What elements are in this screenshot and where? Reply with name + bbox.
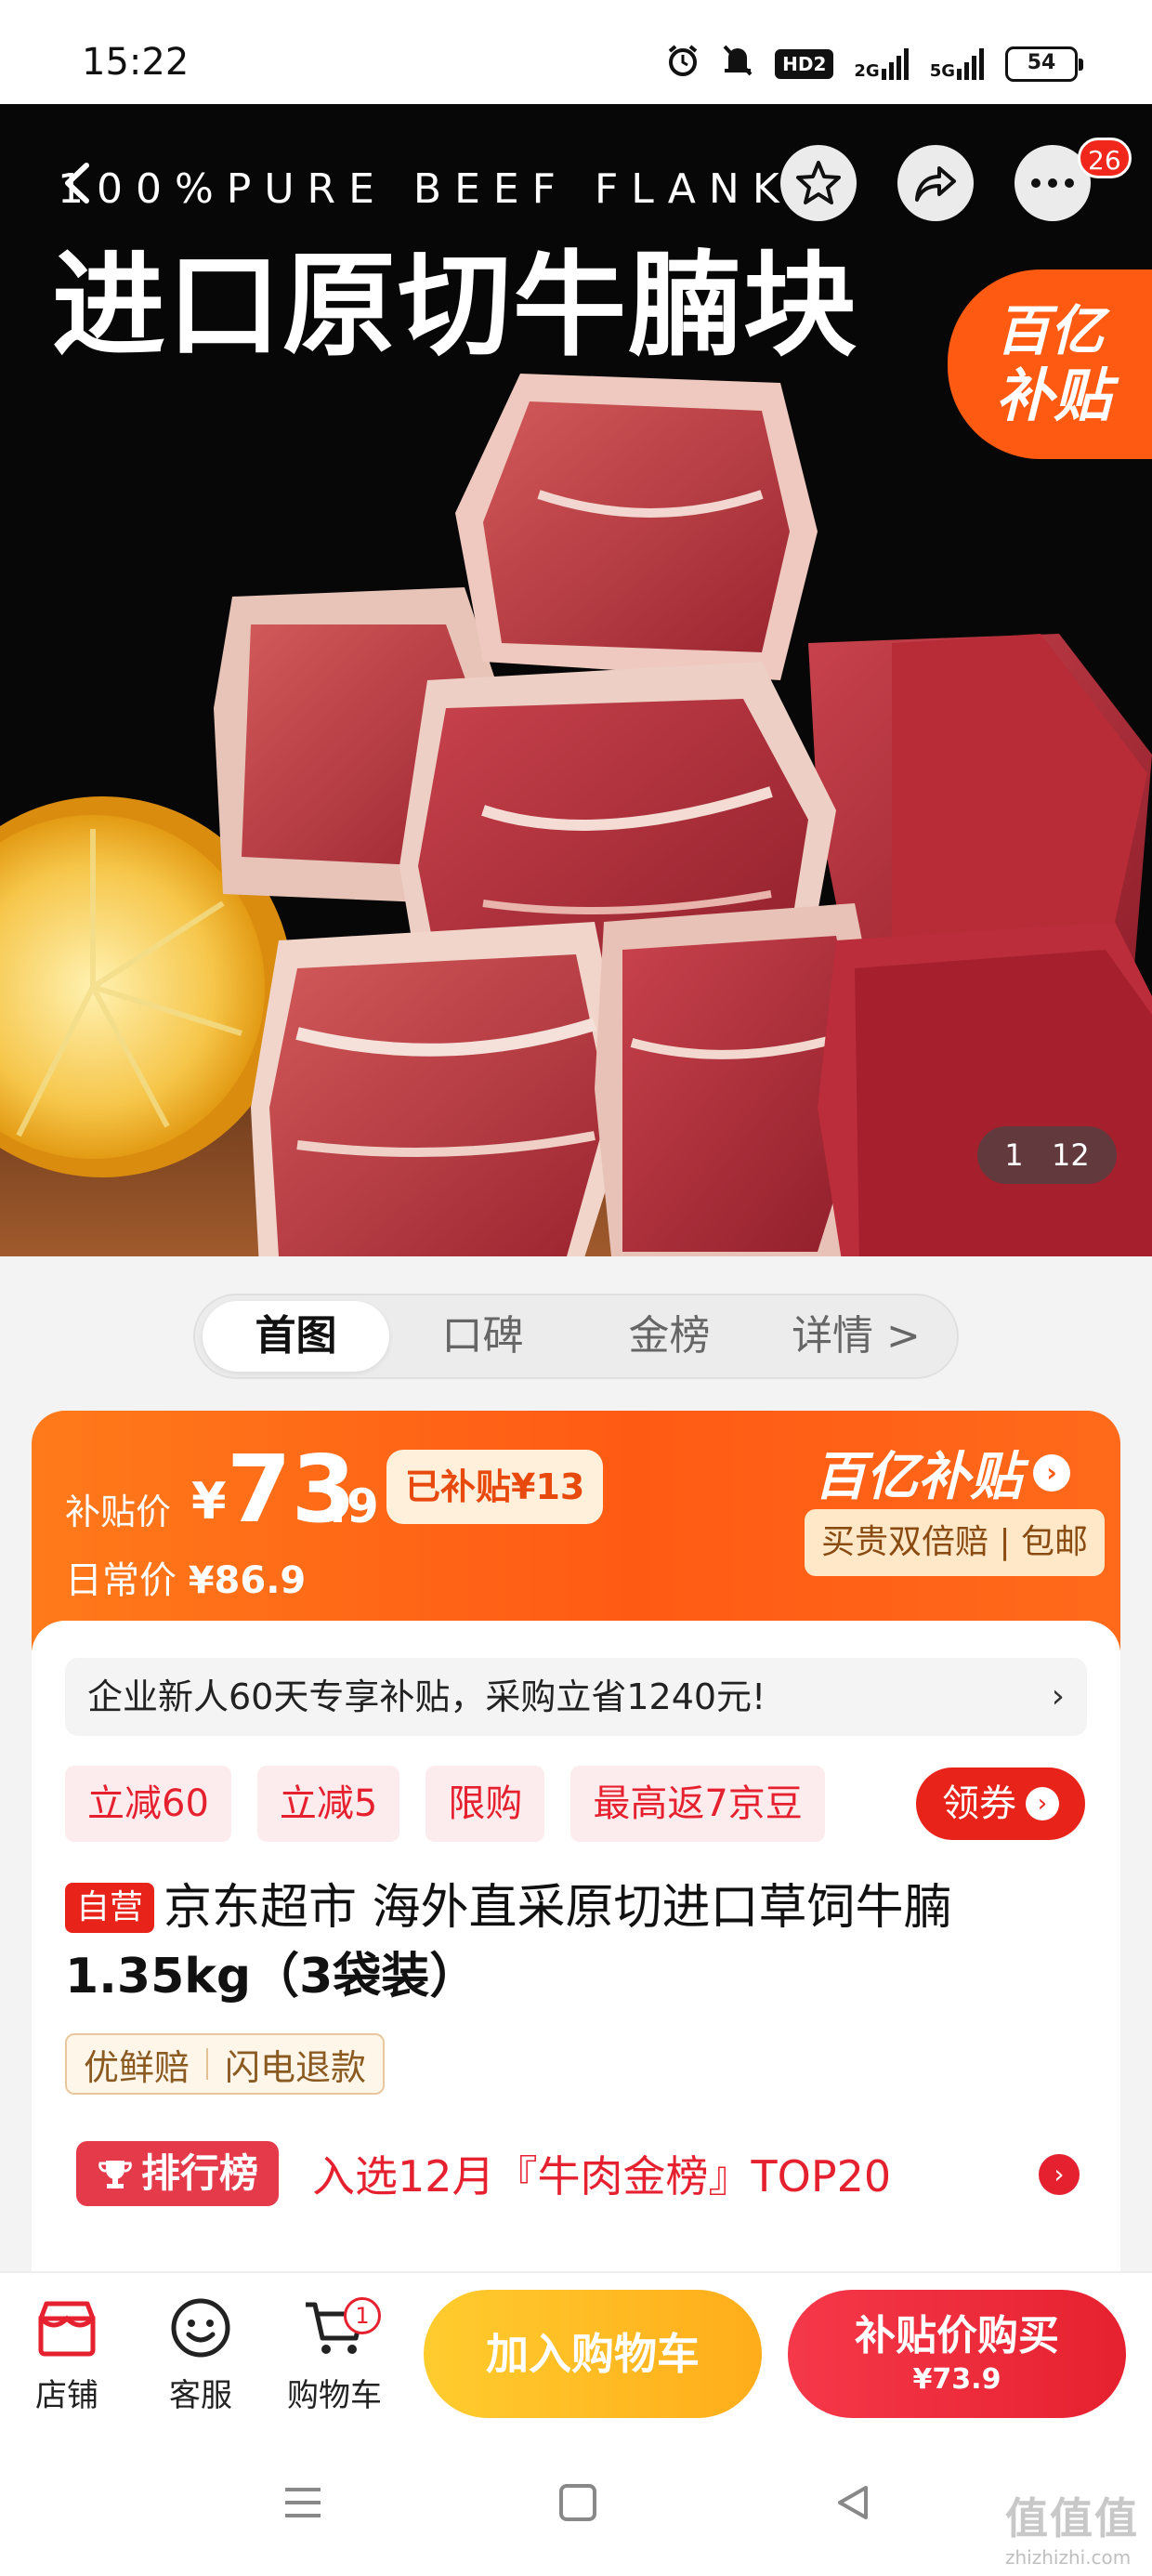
buy-now-button[interactable]: 补贴价购买 ¥73.9 xyxy=(788,2290,1126,2418)
price-decimal: .9 xyxy=(329,1479,379,1533)
tab-ranking[interactable]: 金榜 xyxy=(576,1301,763,1372)
discount-tag: 立减60 xyxy=(65,1766,231,1842)
ranking-row[interactable]: 排行榜 入选12月『牛肉金榜』TOP20 › xyxy=(76,2141,1080,2206)
star-icon xyxy=(796,161,841,204)
watermark-logo: 值值值 xyxy=(1005,2493,1139,2543)
subsidy-brand-label: 百亿补贴 xyxy=(814,1447,1022,1507)
guarantee-badge: 买贵双倍赔 | 包邮 xyxy=(805,1509,1106,1576)
self-operated-badge: 自营 xyxy=(65,1883,155,1933)
normal-price-label: 日常价 xyxy=(65,1559,177,1602)
tab-reviews[interactable]: 口碑 xyxy=(389,1301,576,1372)
get-coupon-label: 领券 xyxy=(942,1782,1016,1825)
buy-now-price: ¥73.9 xyxy=(912,2363,1001,2396)
discount-tags: 立减60 立减5 限购 最高返7京豆 xyxy=(65,1766,825,1842)
signal-5g-icon: 5G xyxy=(930,48,985,80)
customer-service-icon xyxy=(171,2298,230,2358)
ranking-badge: 排行榜 xyxy=(76,2141,280,2206)
battery-icon: 54 xyxy=(1005,46,1083,82)
tab-details[interactable]: 详情 > xyxy=(763,1301,949,1372)
service-badges[interactable]: 优鲜赔 闪电退款 xyxy=(65,2033,386,2095)
system-navigation-bar: 值值值 zhizhizhi.com xyxy=(0,2433,1152,2576)
product-info-panel: 企业新人60天专享补贴，采购立省1240元! › 立减60 立减5 限购 最高返… xyxy=(32,1621,1120,2271)
hd-voice-icon: HD2 xyxy=(775,49,834,79)
product-title-line1: 京东超市 海外直采原切进口草饲牛腩 xyxy=(164,1880,952,1936)
status-bar: 15:22 HD2 2G 5G 54 xyxy=(0,0,1152,104)
discount-tag: 立减5 xyxy=(256,1766,400,1842)
cart-count-badge: 1 xyxy=(344,2297,381,2334)
notification-badge: 26 xyxy=(1078,138,1132,178)
product-title: 自营 京东超市 海外直采原切进口草饲牛腩 1.35kg（3袋装） xyxy=(65,1873,1087,2011)
signal-2g-icon: 2G xyxy=(854,48,909,80)
subsidy-saved-badge: 已补贴¥13 xyxy=(386,1450,604,1524)
ranking-badge-label: 排行榜 xyxy=(141,2150,259,2196)
get-coupon-button[interactable]: 领券 › xyxy=(916,1768,1085,1840)
discount-tag: 最高返7京豆 xyxy=(570,1766,825,1842)
menu-icon xyxy=(285,2488,321,2517)
chevron-left-icon xyxy=(65,163,89,204)
chevron-right-icon: › xyxy=(1051,1677,1065,1715)
chevron-right-icon: › xyxy=(1039,2154,1080,2195)
status-time: 15:22 xyxy=(82,41,190,84)
ranking-text: 入选12月『牛肉金榜』TOP20 xyxy=(312,2151,892,2201)
price-currency: ¥ xyxy=(191,1472,227,1531)
home-square-icon xyxy=(559,2484,596,2521)
service-fresh-guarantee: 优鲜赔 xyxy=(84,2046,190,2088)
home-button[interactable] xyxy=(541,2470,615,2535)
favorite-button[interactable] xyxy=(780,145,857,221)
chevron-right-icon: › xyxy=(1026,1787,1059,1820)
back-triangle-icon xyxy=(838,2486,868,2519)
cart-label: 购物车 xyxy=(287,2377,382,2414)
trophy-icon xyxy=(98,2161,132,2188)
section-tabs: 首图 口碑 金榜 详情 > xyxy=(193,1294,959,1379)
back-button[interactable] xyxy=(39,145,115,221)
discount-tag: 限购 xyxy=(425,1766,545,1842)
image-counter-current: 1 xyxy=(1004,1137,1024,1173)
normal-price-value: ¥86.9 xyxy=(188,1559,307,1602)
chevron-right-icon: › xyxy=(1033,1453,1070,1492)
customer-service-button[interactable]: 客服 xyxy=(145,2295,256,2415)
signal-2g-label: 2G xyxy=(854,61,880,81)
subsidy-sticker-line2: 补贴 xyxy=(996,361,1112,429)
product-hero-image[interactable]: 100%PURE BEEF FLANK 进口原切牛腩块 26 百亿 补贴 1 1… xyxy=(0,104,1152,1256)
system-back-button[interactable] xyxy=(816,2470,890,2535)
hero-title: 进口原切牛腩块 xyxy=(52,240,858,372)
store-icon xyxy=(38,2301,96,2357)
hero-subtitle: 100%PURE BEEF FLANK xyxy=(58,165,792,213)
normal-price: 日常价 ¥86.9 xyxy=(65,1550,306,1604)
watermark: 值值值 zhizhizhi.com xyxy=(1005,2485,1139,2569)
product-title-line2: 1.35kg（3袋装） xyxy=(65,1949,478,2004)
more-dots-icon xyxy=(1031,178,1074,188)
status-icons: HD2 2G 5G 54 xyxy=(665,43,1083,85)
image-counter: 1 12 xyxy=(977,1126,1117,1184)
subsidy-price-label: 补贴价 xyxy=(65,1492,172,1532)
subsidy-brand-link[interactable]: 百亿补贴 › xyxy=(814,1435,1070,1510)
cart-button[interactable]: 1 购物车 xyxy=(279,2295,390,2415)
signal-5g-label: 5G xyxy=(929,61,955,81)
buy-now-label: 补贴价购买 xyxy=(855,2312,1059,2359)
enterprise-promo-banner[interactable]: 企业新人60天专享补贴，采购立省1240元! › xyxy=(65,1658,1087,1736)
service-fast-refund: 闪电退款 xyxy=(225,2046,367,2088)
add-to-cart-button[interactable]: 加入购物车 xyxy=(424,2290,762,2418)
mute-bell-icon xyxy=(721,43,754,85)
tab-main-image[interactable]: 首图 xyxy=(203,1301,389,1372)
share-icon xyxy=(915,166,956,202)
subsidy-sticker-line1: 百亿 xyxy=(996,299,1105,362)
enterprise-promo-text: 企业新人60天专享补贴，采购立省1240元! xyxy=(87,1676,766,1717)
shop-button[interactable]: 店铺 xyxy=(11,2295,123,2415)
price-card: 补贴价 ¥ 73 .9 已补贴¥13 日常价 ¥86.9 百亿补贴 › 买贵双倍… xyxy=(32,1411,1120,1650)
recent-apps-button[interactable] xyxy=(266,2470,340,2535)
share-button[interactable] xyxy=(897,145,974,221)
alarm-icon xyxy=(665,43,700,85)
customer-service-label: 客服 xyxy=(169,2377,232,2414)
watermark-domain: zhizhizhi.com xyxy=(1005,2546,1132,2569)
bottom-action-bar: 店铺 客服 1 购物车 加入购物车 补贴价购买 ¥73.9 xyxy=(0,2271,1152,2433)
shop-label: 店铺 xyxy=(35,2377,98,2414)
image-counter-total: 12 xyxy=(1052,1137,1090,1173)
subsidy-sticker: 百亿 补贴 xyxy=(948,269,1152,459)
